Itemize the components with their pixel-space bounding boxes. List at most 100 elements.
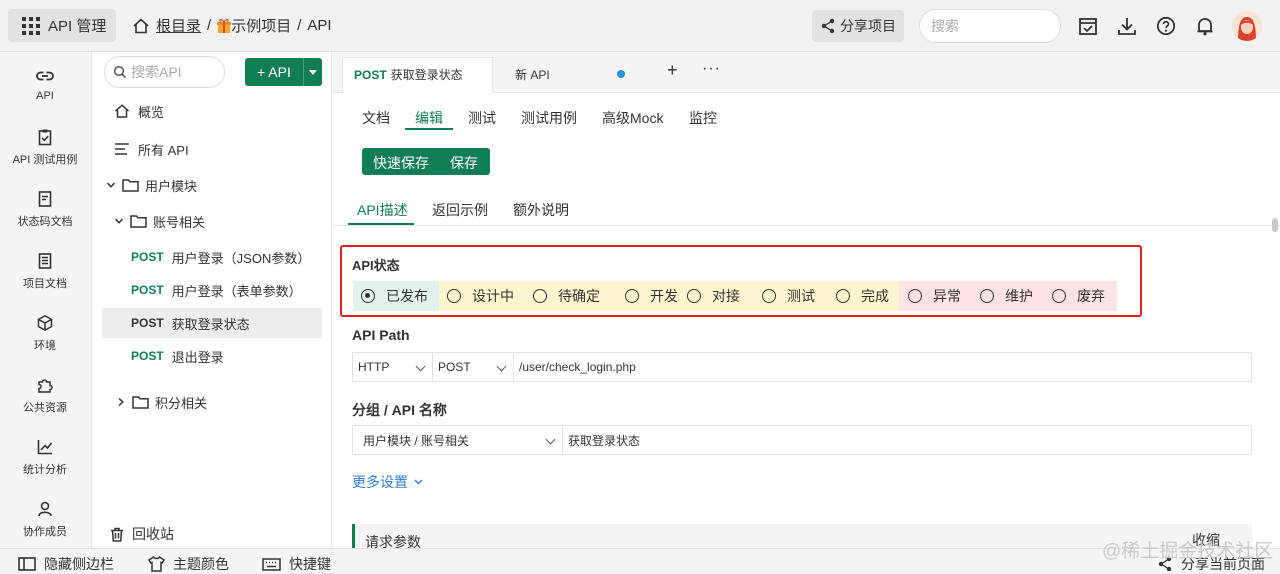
tab-docs[interactable]: 文档 (362, 108, 390, 128)
avatar[interactable] (1232, 11, 1262, 41)
tree-api-item[interactable]: POST 退出登录 (102, 341, 322, 371)
path-value: /user/check_login.php (519, 360, 636, 374)
rail-item-api[interactable]: API (0, 60, 90, 107)
tree-api-item-selected[interactable]: POST 获取登录状态 (102, 308, 322, 338)
tree-recycle-bin[interactable]: 回收站 (102, 519, 322, 549)
folder-icon (130, 215, 147, 228)
breadcrumb-section[interactable]: API (307, 17, 331, 34)
status-option-error[interactable]: 异常 (899, 281, 971, 311)
add-tab-button[interactable]: + (667, 60, 678, 81)
hide-sidebar-button[interactable]: 隐藏侧边栏 (18, 554, 114, 574)
link-icon (36, 71, 54, 81)
more-tabs-button[interactable]: ··· (702, 60, 721, 78)
calendar-check-icon[interactable] (1077, 15, 1099, 37)
tab-test[interactable]: 测试 (468, 108, 496, 128)
status-option-label: 废弃 (1077, 288, 1105, 304)
tree-overview[interactable]: 概览 (102, 96, 322, 126)
chevron-down-icon[interactable] (309, 70, 317, 75)
tab-monitor[interactable]: 监控 (689, 108, 717, 128)
doc-tab-active[interactable]: POST 获取登录状态 (342, 57, 493, 93)
tab-mock[interactable]: 高级Mock (602, 108, 663, 128)
status-option-designing[interactable]: 设计中 (439, 281, 525, 311)
app-menu-label: API 管理 (48, 18, 107, 35)
notes-icon (38, 253, 52, 269)
rail-item-status-codes[interactable]: 状态码文档 (0, 190, 90, 229)
method-badge: POST (131, 349, 164, 363)
save-button[interactable]: 保存 (450, 153, 478, 173)
status-option-label: 已发布 (386, 288, 428, 304)
tree-api-item[interactable]: POST 用户登录（表单参数） (102, 275, 322, 305)
tab-test-cases[interactable]: 测试用例 (521, 108, 577, 128)
rail-item-label: 协作成员 (23, 526, 67, 538)
tab-api-description-underline (348, 223, 414, 225)
protocol-select[interactable]: HTTP (353, 353, 433, 381)
status-option-label: 开发 (650, 288, 678, 304)
method-badge: POST (131, 316, 164, 330)
more-settings-link[interactable]: 更多设置 (352, 472, 423, 492)
tree-folder-user[interactable]: 用户模块 (102, 170, 322, 200)
add-api-button[interactable]: + API (245, 58, 322, 86)
status-option-label: 待确定 (558, 288, 600, 304)
status-option-integration[interactable]: 对接 (683, 281, 755, 311)
scrollbar-thumb[interactable] (1272, 218, 1278, 232)
help-icon[interactable] (1155, 15, 1177, 37)
method-select[interactable]: POST (433, 353, 514, 381)
doc-tab-new-api[interactable]: 新 API (515, 66, 550, 83)
tab-edit[interactable]: 编辑 (415, 108, 443, 128)
rail-item-shared-resources[interactable]: 公共资源 (0, 376, 90, 415)
rail-item-environments[interactable]: 环境 (0, 314, 90, 353)
tree-api-item[interactable]: POST 用户登录（JSON参数） (102, 242, 322, 272)
chevron-down-icon (415, 361, 426, 372)
doc-tab-title: 获取登录状态 (390, 68, 463, 82)
tab-extra-notes[interactable]: 额外说明 (513, 200, 569, 220)
theme-color-button[interactable]: 主题颜色 (148, 554, 229, 574)
status-option-pending[interactable]: 待确定 (525, 281, 611, 311)
api-name-input[interactable]: 获取登录状态 (563, 426, 1251, 454)
tree-all-api[interactable]: 所有 API (102, 134, 322, 164)
rail-item-project-docs[interactable]: 项目文档 (0, 252, 90, 291)
method-badge: POST (131, 283, 164, 297)
quick-save-button[interactable]: 快速保存 (373, 153, 429, 173)
shortcuts-button[interactable]: 快捷键 (262, 554, 331, 574)
status-option-deprecated[interactable]: 废弃 (1043, 281, 1117, 311)
sidebar-icon (18, 557, 36, 571)
group-select[interactable]: 用户模块 / 账号相关 (353, 426, 563, 454)
tab-api-description[interactable]: API描述 (357, 200, 408, 220)
tree-folder-label: 账号相关 (153, 214, 206, 230)
rail-item-analytics[interactable]: 统计分析 (0, 438, 90, 477)
unsaved-dot (617, 70, 625, 78)
breadcrumb-project[interactable]: 示例项目 (231, 15, 291, 36)
status-option-published[interactable]: 已发布 (353, 281, 439, 311)
theme-color-label: 主题颜色 (173, 556, 229, 572)
group-value: 用户模块 / 账号相关 (363, 433, 470, 448)
status-option-done[interactable]: 完成 (827, 281, 899, 311)
breadcrumb-root[interactable]: 根目录 (156, 15, 201, 36)
bottom-bar: 隐藏侧边栏 主题颜色 快捷键 分享当前页面 (0, 548, 1280, 574)
tree-folder-points[interactable]: 积分相关 (102, 387, 322, 417)
keyboard-icon (262, 557, 281, 571)
download-icon[interactable] (1116, 15, 1138, 37)
status-option-developing[interactable]: 开发 (611, 281, 683, 311)
api-search-input[interactable]: 搜索API (104, 56, 225, 88)
cube-icon (37, 314, 53, 332)
share-project-button[interactable]: 分享项目 (812, 10, 904, 42)
chevron-down-icon (106, 182, 116, 188)
rail-item-api-tests[interactable]: API 测试用例 (0, 128, 90, 167)
api-name: 用户登录（JSON参数） (171, 250, 311, 266)
chevron-right-icon (118, 397, 124, 407)
bell-icon[interactable] (1194, 15, 1216, 37)
status-option-maintenance[interactable]: 维护 (971, 281, 1043, 311)
path-input[interactable]: /user/check_login.php (514, 353, 1251, 381)
app-menu-button[interactable]: API 管理 (8, 9, 116, 42)
tab-response-example[interactable]: 返回示例 (432, 200, 488, 220)
share-project-label: 分享项目 (840, 18, 896, 34)
tree-folder-account[interactable]: 账号相关 (102, 206, 322, 236)
chart-icon (37, 440, 53, 455)
rail-item-members[interactable]: 协作成员 (0, 500, 90, 539)
search-icon (113, 65, 127, 79)
hide-sidebar-label: 隐藏侧边栏 (44, 556, 114, 572)
api-name: 用户登录（表单参数） (171, 283, 302, 299)
global-search-input[interactable]: 搜索 (919, 9, 1061, 43)
status-option-testing[interactable]: 测试 (755, 281, 827, 311)
rail-item-label: API 测试用例 (12, 154, 78, 166)
